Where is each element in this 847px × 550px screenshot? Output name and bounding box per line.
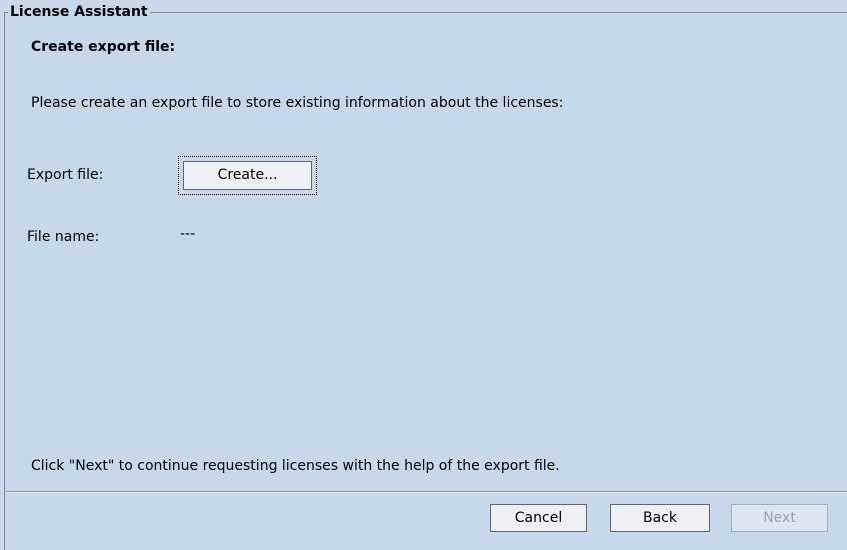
footer-note: Click "Next" to continue requesting lice… [31, 458, 560, 474]
file-name-label: File name: [27, 229, 100, 245]
next-button[interactable]: Next [731, 504, 828, 532]
footer-divider [6, 491, 847, 493]
export-file-label: Export file: [27, 167, 104, 183]
section-title: Create export file: [31, 39, 176, 55]
back-button[interactable]: Back [610, 504, 710, 532]
cancel-button[interactable]: Cancel [490, 504, 587, 532]
panel-title: License Assistant [8, 4, 150, 20]
instruction-text: Please create an export file to store ex… [31, 95, 564, 111]
file-name-value: --- [180, 226, 196, 242]
create-button[interactable]: Create... [183, 161, 312, 190]
